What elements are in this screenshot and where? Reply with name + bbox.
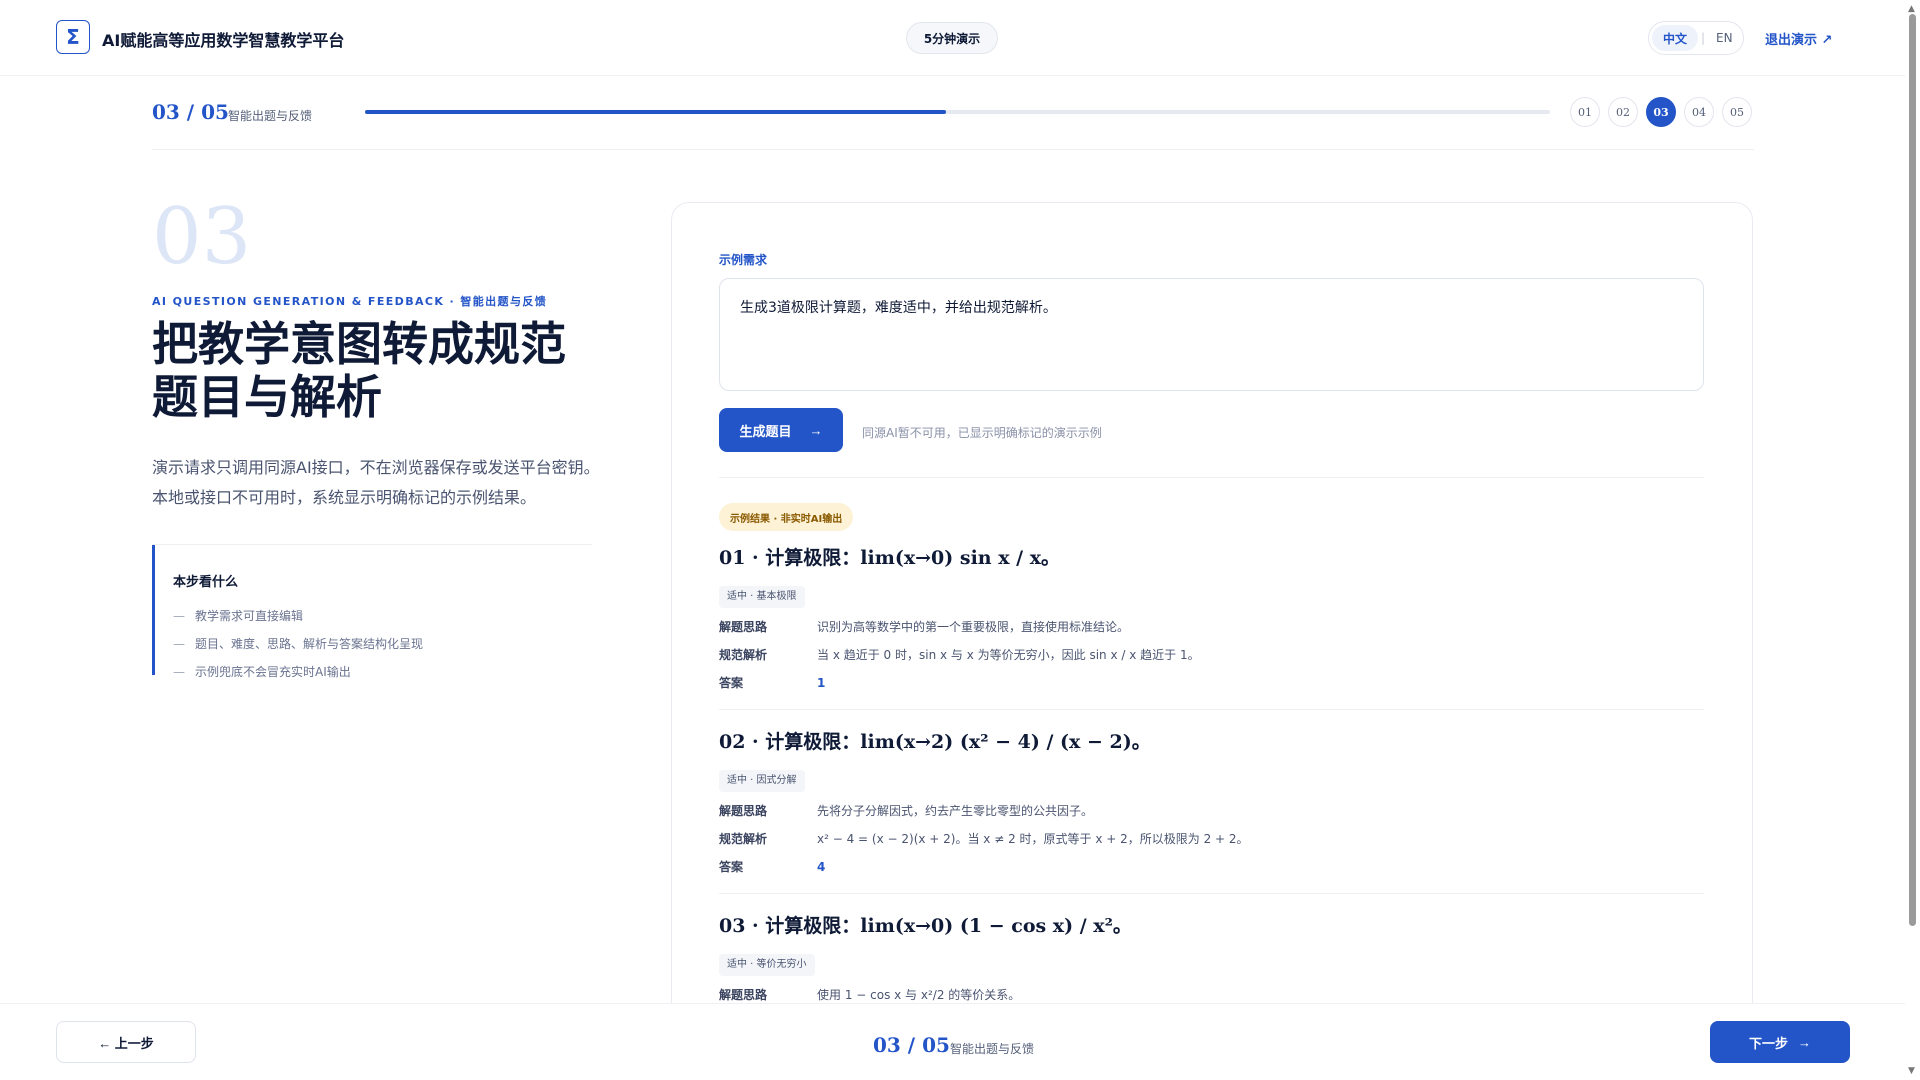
previous-step-button[interactable]: ← 上一步 bbox=[56, 1021, 196, 1063]
dash-icon: — bbox=[173, 637, 185, 651]
answer-value: 4 bbox=[817, 860, 826, 874]
arrow-right-icon: → bbox=[809, 422, 823, 438]
generate-button[interactable]: 生成题目 → bbox=[719, 408, 843, 452]
step-dots: 01 02 03 04 05 bbox=[1570, 97, 1752, 127]
answer-label: 答案 bbox=[719, 860, 744, 874]
app-title: AI赋能高等应用数学智慧教学平台 bbox=[102, 31, 345, 50]
scroll-up-arrow-icon[interactable]: ▲ bbox=[1908, 4, 1915, 14]
step-dot-01[interactable]: 01 bbox=[1570, 97, 1600, 127]
step-dot-03[interactable]: 03 bbox=[1646, 97, 1676, 127]
arrow-right-icon: → bbox=[1798, 1034, 1811, 1050]
page-scrollbar[interactable]: ▲ ▼ bbox=[1905, 0, 1920, 1080]
step-highlights: 本步看什么 — 教学需求可直接编辑 — 题目、难度、思路、解析与答案结构化呈现 — 示… bbox=[152, 545, 592, 679]
problem-title: 01 · 计算极限：lim(x→0) sin x / x。 bbox=[719, 547, 1061, 569]
problem-idea-row: 解题思路 识别为高等数学中的第一个重要极限，直接使用标准结论。 bbox=[719, 618, 1704, 636]
solution-label: 规范解析 bbox=[719, 648, 768, 662]
request-label: 示例需求 bbox=[719, 253, 768, 267]
footer-bar: ← 上一步 03 / 05 智能出题与反馈 下一步 → bbox=[0, 1003, 1905, 1080]
step-highlight-item: — 题目、难度、思路、解析与答案结构化呈现 bbox=[173, 630, 592, 658]
problem-solution-row: 规范解析 当 x 趋近于 0 时，sin x 与 x 为等价无穷小，因此 sin … bbox=[719, 646, 1704, 664]
scroll-down-arrow-icon[interactable]: ▼ bbox=[1908, 1066, 1915, 1076]
problem-idea-row: 解题思路 先将分子分解因式，约去产生零比零型的公共因子。 bbox=[719, 802, 1704, 820]
problem-item: 01 · 计算极限：lim(x→0) sin x / x。 适中 · 基本极限 … bbox=[719, 543, 1704, 692]
progress-row: 03 / 05 智能出题与反馈 01 02 03 04 05 bbox=[152, 97, 1754, 150]
solution-label: 规范解析 bbox=[719, 832, 768, 846]
answer-label: 答案 bbox=[719, 676, 744, 690]
exit-demo-link[interactable]: 退出演示 ↗ bbox=[1765, 29, 1832, 48]
step-highlight-item: — 教学需求可直接编辑 bbox=[173, 602, 592, 630]
step-name: 智能出题与反馈 bbox=[228, 109, 313, 123]
next-step-button[interactable]: 下一步 → bbox=[1710, 1021, 1850, 1063]
problem-solution-row: 规范解析 x² − 4 = (x − 2)(x + 2)。当 x ≠ 2 时，原式… bbox=[719, 830, 1704, 848]
divider bbox=[719, 893, 1704, 894]
intro-text: 演示请求只调用同源AI接口，不在浏览器保存或发送平台密钥。本地或接口不可用时，系… bbox=[152, 458, 600, 508]
language-toggle[interactable]: 中文 | EN bbox=[1648, 21, 1744, 55]
solution-value: 当 x 趋近于 0 时，sin x 与 x 为等价无穷小，因此 sin x / … bbox=[817, 648, 1200, 662]
lang-option-zh[interactable]: 中文 bbox=[1652, 25, 1698, 51]
next-step-label: 下一步 bbox=[1748, 1035, 1788, 1051]
question-generator-card: 示例需求 生成题目 → 同源AI暂不可用，已显示明确标记的演示示例 示例结果 ·… bbox=[671, 202, 1753, 1032]
lang-separator: | bbox=[1701, 31, 1706, 45]
step-highlight-label: 题目、难度、思路、解析与答案结构化呈现 bbox=[195, 637, 424, 651]
dash-icon: — bbox=[173, 609, 185, 623]
step-dot-05[interactable]: 05 bbox=[1722, 97, 1752, 127]
step-highlight-item: — 示例兜底不会冒充实时AI输出 bbox=[173, 658, 592, 686]
problem-title: 03 · 计算极限：lim(x→0) (1 − cos x) / x²。 bbox=[719, 915, 1132, 937]
progress-track bbox=[365, 110, 1550, 114]
answer-value: 1 bbox=[817, 676, 826, 690]
footer-step-counter: 03 / 05 bbox=[873, 1033, 950, 1057]
idea-label: 解题思路 bbox=[719, 988, 768, 1002]
step-highlight-label: 示例兜底不会冒充实时AI输出 bbox=[195, 665, 351, 679]
divider bbox=[719, 477, 1704, 478]
problem-answer-row: 答案 1 bbox=[719, 674, 1704, 692]
generate-button-label: 生成题目 bbox=[739, 423, 792, 439]
fallback-note: 同源AI暂不可用，已显示明确标记的演示示例 bbox=[862, 426, 1102, 440]
scroll-thumb[interactable] bbox=[1909, 14, 1916, 926]
problem-tag: 适中 · 基本极限 bbox=[719, 586, 805, 608]
footer-step-name: 智能出题与反馈 bbox=[950, 1042, 1035, 1056]
step-dot-04[interactable]: 04 bbox=[1684, 97, 1714, 127]
lang-option-en[interactable]: EN bbox=[1708, 31, 1733, 45]
step-highlights-title: 本步看什么 bbox=[173, 575, 239, 590]
demo-duration-pill: 5分钟演示 bbox=[906, 22, 998, 54]
sigma-logo-icon: Σ bbox=[56, 20, 90, 54]
top-bar: Σ AI赋能高等应用数学智慧教学平台 5分钟演示 中文 | EN 退出演示 ↗ bbox=[0, 0, 1905, 76]
step-big-number: 03 bbox=[152, 192, 252, 282]
idea-value: 使用 1 − cos x 与 x²/2 的等价关系。 bbox=[817, 988, 1021, 1002]
dash-icon: — bbox=[173, 665, 185, 679]
problem-tag: 适中 · 因式分解 bbox=[719, 770, 805, 792]
solution-value: x² − 4 = (x − 2)(x + 2)。当 x ≠ 2 时，原式等于 x… bbox=[817, 832, 1249, 846]
idea-value: 先将分子分解因式，约去产生零比零型的公共因子。 bbox=[817, 804, 1094, 818]
divider bbox=[719, 709, 1704, 710]
step-dot-02[interactable]: 02 bbox=[1608, 97, 1638, 127]
problem-answer-row: 答案 4 bbox=[719, 858, 1704, 876]
problem-item: 02 · 计算极限：lim(x→2) (x² − 4) / (x − 2)。 适… bbox=[719, 727, 1704, 876]
problem-title: 02 · 计算极限：lim(x→2) (x² − 4) / (x − 2)。 bbox=[719, 731, 1151, 753]
step-counter: 03 / 05 bbox=[152, 100, 229, 124]
section-kicker: AI QUESTION GENERATION & FEEDBACK · 智能出题… bbox=[152, 295, 548, 308]
idea-label: 解题思路 bbox=[719, 804, 768, 818]
page-title: 把教学意图转成规范题目与解析 bbox=[152, 317, 566, 425]
step-highlight-label: 教学需求可直接编辑 bbox=[195, 609, 304, 623]
sample-result-badge: 示例结果 · 非实时AI输出 bbox=[719, 503, 854, 531]
progress-fill bbox=[365, 110, 946, 114]
problem-item: 03 · 计算极限：lim(x→0) (1 − cos x) / x²。 适中 … bbox=[719, 911, 1704, 1004]
idea-label: 解题思路 bbox=[719, 620, 768, 634]
idea-value: 识别为高等数学中的第一个重要极限，直接使用标准结论。 bbox=[817, 620, 1130, 634]
problem-idea-row: 解题思路 使用 1 − cos x 与 x²/2 的等价关系。 bbox=[719, 986, 1704, 1004]
problem-tag: 适中 · 等价无穷小 bbox=[719, 954, 815, 976]
request-textarea[interactable] bbox=[719, 278, 1704, 391]
